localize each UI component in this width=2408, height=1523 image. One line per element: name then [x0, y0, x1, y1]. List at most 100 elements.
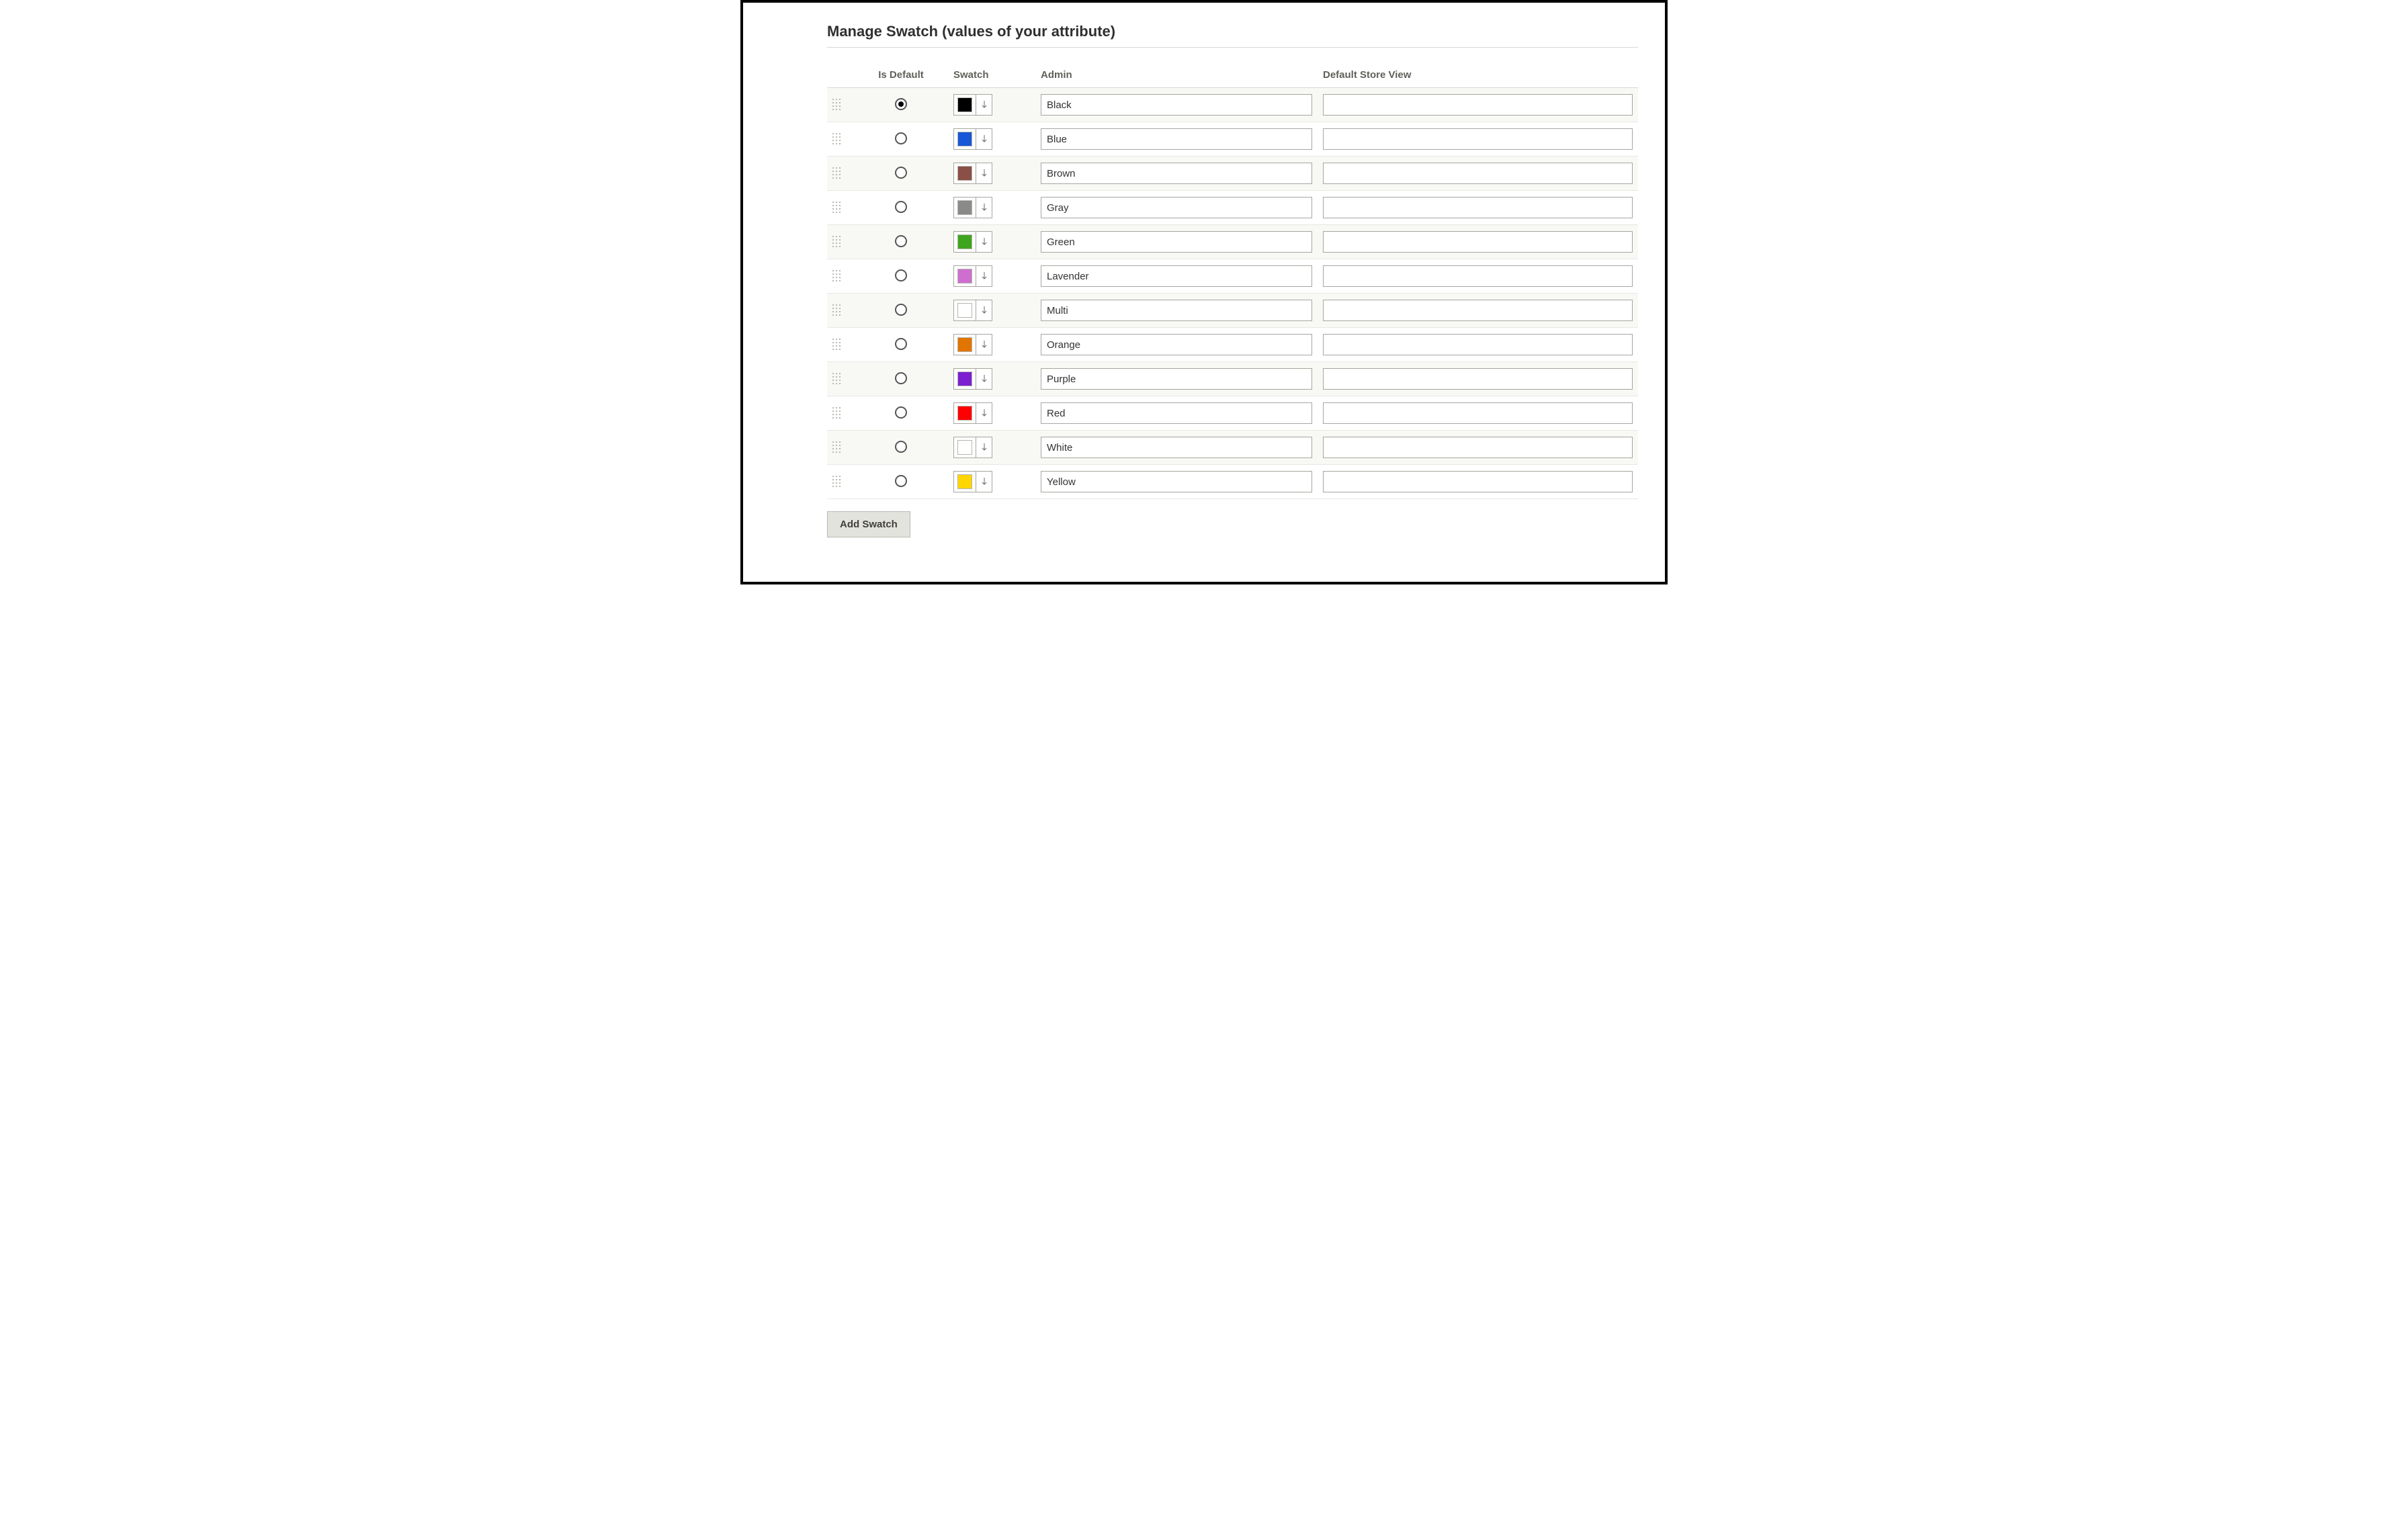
drag-cell [827, 328, 854, 362]
is-default-cell [854, 225, 948, 259]
admin-input[interactable] [1041, 437, 1312, 458]
admin-input[interactable] [1041, 163, 1312, 184]
admin-input[interactable] [1041, 94, 1312, 116]
default-store-view-input[interactable] [1323, 402, 1633, 424]
drag-handle-icon[interactable] [832, 202, 842, 212]
is-default-radio[interactable] [895, 269, 907, 281]
swatch-control[interactable] [953, 197, 992, 218]
swatch-dropdown[interactable] [976, 198, 992, 218]
swatch-color[interactable] [954, 300, 976, 320]
swatch-control[interactable] [953, 231, 992, 253]
default-store-view-input[interactable] [1323, 197, 1633, 218]
swatch-control[interactable] [953, 334, 992, 355]
is-default-radio[interactable] [895, 406, 907, 419]
swatch-dropdown[interactable] [976, 472, 992, 492]
admin-input[interactable] [1041, 265, 1312, 287]
swatch-control[interactable] [953, 94, 992, 116]
swatch-color[interactable] [954, 403, 976, 423]
is-default-radio[interactable] [895, 475, 907, 487]
table-row [827, 328, 1638, 362]
col-header-is-default: Is Default [854, 65, 948, 88]
drag-handle-icon[interactable] [832, 99, 842, 110]
swatch-color[interactable] [954, 266, 976, 286]
swatch-dropdown[interactable] [976, 163, 992, 183]
drag-handle-icon[interactable] [832, 407, 842, 418]
admin-input[interactable] [1041, 231, 1312, 253]
swatch-control[interactable] [953, 300, 992, 321]
drag-handle-icon[interactable] [832, 304, 842, 315]
default-store-view-input[interactable] [1323, 300, 1633, 321]
swatch-control[interactable] [953, 471, 992, 492]
swatch-dropdown[interactable] [976, 403, 992, 423]
swatch-control[interactable] [953, 437, 992, 458]
is-default-cell [854, 431, 948, 465]
arrow-down-icon [981, 408, 988, 418]
add-swatch-button[interactable]: Add Swatch [827, 511, 910, 537]
is-default-radio[interactable] [895, 441, 907, 453]
drag-handle-icon[interactable] [832, 441, 842, 452]
drag-handle-icon[interactable] [832, 476, 842, 486]
swatch-control[interactable] [953, 265, 992, 287]
admin-input[interactable] [1041, 197, 1312, 218]
drag-handle-icon[interactable] [832, 270, 842, 281]
swatch-control[interactable] [953, 163, 992, 184]
swatch-dropdown[interactable] [976, 335, 992, 355]
default-store-view-input[interactable] [1323, 265, 1633, 287]
swatch-dropdown[interactable] [976, 300, 992, 320]
swatch-dropdown[interactable] [976, 437, 992, 458]
admin-input[interactable] [1041, 471, 1312, 492]
drag-handle-icon[interactable] [832, 236, 842, 247]
admin-input[interactable] [1041, 128, 1312, 150]
arrow-down-icon [981, 374, 988, 384]
swatch-color[interactable] [954, 198, 976, 218]
default-store-view-input[interactable] [1323, 231, 1633, 253]
admin-input[interactable] [1041, 368, 1312, 390]
default-store-view-input[interactable] [1323, 334, 1633, 355]
swatch-control[interactable] [953, 128, 992, 150]
is-default-radio[interactable] [895, 235, 907, 247]
default-store-view-input[interactable] [1323, 128, 1633, 150]
swatch-control[interactable] [953, 402, 992, 424]
is-default-radio[interactable] [895, 132, 907, 144]
is-default-radio[interactable] [895, 201, 907, 213]
swatch-control[interactable] [953, 368, 992, 390]
drag-handle-icon[interactable] [832, 167, 842, 178]
swatch-dropdown[interactable] [976, 266, 992, 286]
swatch-dropdown[interactable] [976, 129, 992, 149]
swatch-color[interactable] [954, 437, 976, 458]
is-default-radio[interactable] [895, 372, 907, 384]
drag-cell [827, 259, 854, 294]
default-store-view-input[interactable] [1323, 368, 1633, 390]
admin-input[interactable] [1041, 402, 1312, 424]
swatch-color[interactable] [954, 472, 976, 492]
is-default-radio[interactable] [895, 98, 907, 110]
is-default-radio[interactable] [895, 338, 907, 350]
table-row [827, 431, 1638, 465]
drag-handle-icon[interactable] [832, 133, 842, 144]
default-store-view-input[interactable] [1323, 437, 1633, 458]
drag-handle-icon[interactable] [832, 373, 842, 384]
drag-cell [827, 431, 854, 465]
swatch-color[interactable] [954, 129, 976, 149]
admin-cell [1035, 465, 1318, 499]
default-store-view-input[interactable] [1323, 163, 1633, 184]
admin-input[interactable] [1041, 300, 1312, 321]
col-header-default-store: Default Store View [1318, 65, 1638, 88]
swatch-color[interactable] [954, 335, 976, 355]
admin-cell [1035, 431, 1318, 465]
swatch-color[interactable] [954, 369, 976, 389]
swatch-cell [948, 157, 1035, 191]
swatch-color[interactable] [954, 232, 976, 252]
default-store-view-input[interactable] [1323, 94, 1633, 116]
admin-input[interactable] [1041, 334, 1312, 355]
default-store-view-input[interactable] [1323, 471, 1633, 492]
drag-handle-icon[interactable] [832, 339, 842, 349]
is-default-radio[interactable] [895, 304, 907, 316]
swatch-color[interactable] [954, 163, 976, 183]
is-default-radio[interactable] [895, 167, 907, 179]
swatch-dropdown[interactable] [976, 95, 992, 115]
swatch-dropdown[interactable] [976, 369, 992, 389]
swatch-color[interactable] [954, 95, 976, 115]
admin-cell [1035, 88, 1318, 122]
swatch-dropdown[interactable] [976, 232, 992, 252]
